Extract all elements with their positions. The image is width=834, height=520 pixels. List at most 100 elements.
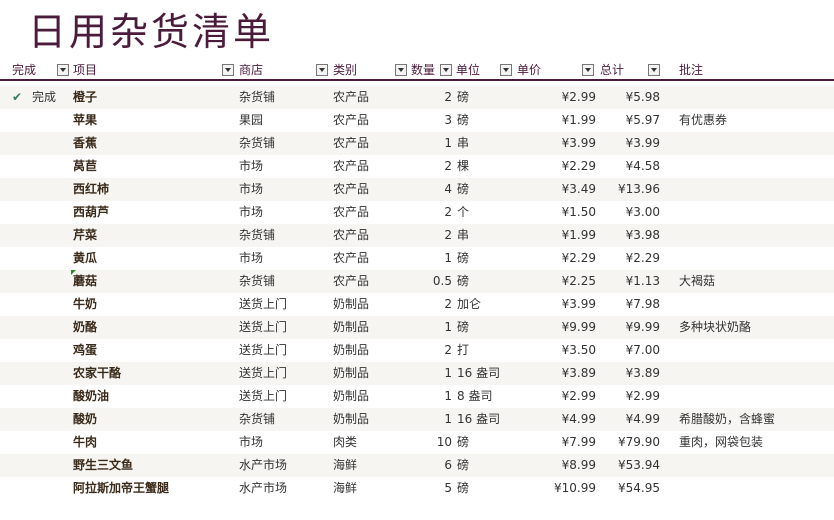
cell-total[interactable]: ¥54.95 [600, 477, 660, 500]
table-row[interactable]: 莴苣 市场 农产品 2 棵 ¥2.29 ¥4.58 [0, 155, 834, 178]
cell-store[interactable]: 送货上门 [239, 293, 329, 316]
cell-total[interactable]: ¥53.94 [600, 454, 660, 477]
cell-qty[interactable]: 5 [410, 477, 452, 500]
cell-price[interactable]: ¥2.99 [520, 385, 596, 408]
cell-total[interactable]: ¥5.97 [600, 109, 660, 132]
table-row[interactable]: 苹果 果园 农产品 3 磅 ¥1.99 ¥5.97 有优惠券 [0, 109, 834, 132]
cell-qty[interactable]: 0.5 [410, 270, 452, 293]
cell-price[interactable]: ¥2.25 [520, 270, 596, 293]
cell-category[interactable]: 农产品 [333, 86, 403, 109]
cell-done[interactable]: 完成 [32, 86, 56, 109]
cell-store[interactable]: 市场 [239, 155, 329, 178]
cell-qty[interactable]: 1 [410, 132, 452, 155]
cell-category[interactable]: 农产品 [333, 201, 403, 224]
cell-item[interactable]: 野生三文鱼 [73, 454, 223, 477]
filter-dropdown-total[interactable] [648, 64, 660, 76]
cell-price[interactable]: ¥3.99 [520, 293, 596, 316]
filter-dropdown-price[interactable] [582, 64, 594, 76]
cell-store[interactable]: 市场 [239, 178, 329, 201]
cell-store[interactable]: 送货上门 [239, 316, 329, 339]
table-row[interactable]: 鸡蛋 送货上门 奶制品 2 打 ¥3.50 ¥7.00 [0, 339, 834, 362]
cell-qty[interactable]: 1 [410, 247, 452, 270]
cell-unit[interactable]: 串 [457, 224, 517, 247]
table-row[interactable]: 芹菜 杂货铺 农产品 2 串 ¥1.99 ¥3.98 [0, 224, 834, 247]
table-row[interactable]: 农家干酪 送货上门 奶制品 1 16 盎司 ¥3.89 ¥3.89 [0, 362, 834, 385]
cell-unit[interactable]: 加仑 [457, 293, 517, 316]
cell-unit[interactable]: 磅 [457, 86, 517, 109]
cell-category[interactable]: 奶制品 [333, 316, 403, 339]
table-row[interactable]: 黄瓜 市场 农产品 1 磅 ¥2.29 ¥2.29 [0, 247, 834, 270]
cell-notes[interactable]: 有优惠券 [679, 109, 829, 132]
table-row[interactable]: 阿拉斯加帝王蟹腿 水产市场 海鲜 5 磅 ¥10.99 ¥54.95 [0, 477, 834, 500]
cell-qty[interactable]: 1 [410, 408, 452, 431]
cell-qty[interactable]: 1 [410, 385, 452, 408]
table-row[interactable]: 牛奶 送货上门 奶制品 2 加仑 ¥3.99 ¥7.98 [0, 293, 834, 316]
table-row[interactable]: 西葫芦 市场 农产品 2 个 ¥1.50 ¥3.00 [0, 201, 834, 224]
cell-category[interactable]: 农产品 [333, 224, 403, 247]
cell-item[interactable]: 鸡蛋 [73, 339, 223, 362]
cell-unit[interactable]: 16 盎司 [457, 362, 517, 385]
cell-price[interactable]: ¥2.99 [520, 86, 596, 109]
cell-qty[interactable]: 6 [410, 454, 452, 477]
cell-price[interactable]: ¥3.89 [520, 362, 596, 385]
cell-price[interactable]: ¥10.99 [520, 477, 596, 500]
cell-qty[interactable]: 2 [410, 86, 452, 109]
cell-item[interactable]: 芹菜 [73, 224, 223, 247]
filter-dropdown-unit[interactable] [500, 64, 512, 76]
cell-category[interactable]: 海鲜 [333, 477, 403, 500]
cell-category[interactable]: 奶制品 [333, 408, 403, 431]
cell-unit[interactable]: 棵 [457, 155, 517, 178]
cell-price[interactable]: ¥4.99 [520, 408, 596, 431]
cell-notes[interactable]: 多种块状奶酪 [679, 316, 829, 339]
cell-store[interactable]: 杂货铺 [239, 270, 329, 293]
cell-notes[interactable]: 希腊酸奶，含蜂蜜 [679, 408, 829, 431]
table-row[interactable]: 香蕉 杂货铺 农产品 1 串 ¥3.99 ¥3.99 [0, 132, 834, 155]
cell-item[interactable]: 苹果 [73, 109, 223, 132]
cell-qty[interactable]: 2 [410, 293, 452, 316]
cell-category[interactable]: 农产品 [333, 178, 403, 201]
cell-total[interactable]: ¥2.99 [600, 385, 660, 408]
cell-unit[interactable]: 磅 [457, 316, 517, 339]
filter-dropdown-item[interactable] [222, 64, 234, 76]
cell-qty[interactable]: 1 [410, 316, 452, 339]
cell-price[interactable]: ¥2.29 [520, 247, 596, 270]
cell-store[interactable]: 市场 [239, 247, 329, 270]
cell-store[interactable]: 杂货铺 [239, 86, 329, 109]
cell-store[interactable]: 水产市场 [239, 477, 329, 500]
cell-unit[interactable]: 磅 [457, 247, 517, 270]
cell-store[interactable]: 市场 [239, 201, 329, 224]
cell-qty[interactable]: 1 [410, 362, 452, 385]
cell-price[interactable]: ¥2.29 [520, 155, 596, 178]
cell-price[interactable]: ¥1.99 [520, 109, 596, 132]
filter-dropdown-store[interactable] [316, 64, 328, 76]
cell-unit[interactable]: 磅 [457, 477, 517, 500]
cell-category[interactable]: 农产品 [333, 247, 403, 270]
cell-price[interactable]: ¥3.49 [520, 178, 596, 201]
cell-total[interactable]: ¥2.29 [600, 247, 660, 270]
cell-store[interactable]: 水产市场 [239, 454, 329, 477]
cell-item[interactable]: 蘑菇 [73, 270, 223, 293]
cell-item[interactable]: 牛肉 [73, 431, 223, 454]
cell-unit[interactable]: 磅 [457, 109, 517, 132]
cell-unit[interactable]: 磅 [457, 431, 517, 454]
cell-item[interactable]: 农家干酪 [73, 362, 223, 385]
cell-item[interactable]: 奶酪 [73, 316, 223, 339]
cell-category[interactable]: 肉类 [333, 431, 403, 454]
cell-total[interactable]: ¥13.96 [600, 178, 660, 201]
table-row[interactable]: 奶酪 送货上门 奶制品 1 磅 ¥9.99 ¥9.99 多种块状奶酪 [0, 316, 834, 339]
filter-dropdown-done[interactable] [57, 64, 69, 76]
cell-price[interactable]: ¥9.99 [520, 316, 596, 339]
cell-store[interactable]: 果园 [239, 109, 329, 132]
cell-total[interactable]: ¥7.00 [600, 339, 660, 362]
cell-category[interactable]: 奶制品 [333, 293, 403, 316]
cell-price[interactable]: ¥7.99 [520, 431, 596, 454]
cell-notes[interactable]: 大褐菇 [679, 270, 829, 293]
cell-total[interactable]: ¥79.90 [600, 431, 660, 454]
cell-unit[interactable]: 打 [457, 339, 517, 362]
cell-item[interactable]: 酸奶 [73, 408, 223, 431]
cell-total[interactable]: ¥3.89 [600, 362, 660, 385]
cell-item[interactable]: 阿拉斯加帝王蟹腿 [73, 477, 223, 500]
cell-total[interactable]: ¥4.58 [600, 155, 660, 178]
cell-item[interactable]: 西红柿 [73, 178, 223, 201]
cell-total[interactable]: ¥3.00 [600, 201, 660, 224]
